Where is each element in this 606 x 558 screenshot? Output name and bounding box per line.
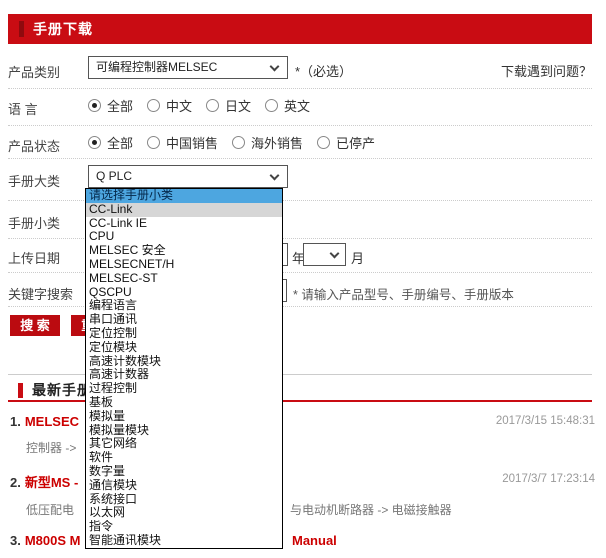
divider — [8, 88, 592, 89]
dropdown-option[interactable]: 以太网 — [86, 506, 282, 520]
dropdown-option[interactable]: QSCPU — [86, 286, 282, 300]
language-radio-group: 全部 中文 日文 英文 — [88, 96, 324, 115]
radio-label: 英文 — [284, 96, 310, 115]
manual-title-link[interactable]: M800S M — [25, 533, 81, 548]
month-suffix-label: 月 — [351, 248, 364, 267]
dropdown-option[interactable]: 请选择手册小类 — [86, 189, 282, 203]
dropdown-option[interactable]: 指令 — [86, 520, 282, 534]
radio-icon — [147, 99, 160, 112]
dropdown-option[interactable]: 系统接口 — [86, 493, 282, 507]
manual-breadcrumb-right: 与电动机断路器 -> 电磁接触器 — [290, 501, 452, 518]
language-label: 语 言 — [8, 99, 38, 118]
keyword-hint: * 请输入产品型号、手册编号、手册版本 — [293, 284, 514, 303]
manual-title-link[interactable]: MELSEC — [25, 414, 79, 429]
latest-manuals-title: 最新手册 — [32, 380, 92, 400]
radio-icon — [232, 136, 245, 149]
dropdown-option[interactable]: CPU — [86, 230, 282, 244]
radio-label: 日文 — [225, 96, 251, 115]
dropdown-option[interactable]: 高速计数器 — [86, 368, 282, 382]
dropdown-option[interactable]: 基板 — [86, 396, 282, 410]
section-accent-bar — [18, 383, 23, 398]
title-accent-bar — [19, 21, 24, 37]
dropdown-option[interactable]: 通信模块 — [86, 479, 282, 493]
product-status-radio-option[interactable]: 全部 — [88, 133, 147, 152]
divider — [8, 125, 592, 126]
product-status-radio-option[interactable]: 中国销售 — [147, 133, 232, 152]
dropdown-option[interactable]: 串口通讯 — [86, 313, 282, 327]
product-status-radio-option[interactable]: 海外销售 — [232, 133, 317, 152]
page-title-bar: 手册下载 — [8, 14, 592, 44]
manual-number: 3. — [10, 533, 21, 548]
dropdown-option[interactable]: 模拟量模块 — [86, 424, 282, 438]
manual-subcategory-label: 手册小类 — [8, 213, 60, 232]
radio-icon — [88, 99, 101, 112]
manual-category-select[interactable]: Q PLC — [88, 165, 288, 188]
manual-number: 2. — [10, 475, 21, 490]
dropdown-option[interactable]: MELSECNET/H — [86, 258, 282, 272]
dropdown-option[interactable]: 模拟量 — [86, 410, 282, 424]
dropdown-option[interactable]: CC-Link — [86, 203, 282, 217]
dropdown-option[interactable]: CC-Link IE — [86, 217, 282, 231]
radio-icon — [88, 136, 101, 149]
dropdown-option[interactable]: 过程控制 — [86, 382, 282, 396]
manual-breadcrumb-left: 控制器 -> — [26, 441, 76, 455]
radio-label: 全部 — [107, 133, 133, 152]
search-button[interactable]: 搜 索 — [10, 315, 60, 336]
chevron-down-icon — [270, 171, 280, 181]
radio-label: 全部 — [107, 96, 133, 115]
radio-label: 已停产 — [336, 133, 375, 152]
chevron-down-icon — [270, 62, 280, 72]
divider — [8, 158, 592, 159]
manual-category-label: 手册大类 — [8, 171, 60, 190]
upload-month-select[interactable] — [303, 243, 346, 266]
language-radio-option[interactable]: 全部 — [88, 96, 147, 115]
product-category-label: 产品类别 — [8, 62, 60, 81]
manual-download-page: 手册下载 产品类别 可编程控制器MELSEC *（必选） 下载遇到问题？ 语 言… — [0, 0, 606, 558]
language-radio-option[interactable]: 英文 — [265, 96, 324, 115]
manual-title-right-fragment: Manual — [292, 533, 337, 548]
radio-label: 中文 — [166, 96, 192, 115]
dropdown-option[interactable]: 定位控制 — [86, 327, 282, 341]
product-status-radio-option[interactable]: 已停产 — [317, 133, 389, 152]
dropdown-option[interactable]: 高速计数模块 — [86, 355, 282, 369]
keyword-search-label: 关键字搜索 — [8, 284, 73, 303]
page-title: 手册下载 — [33, 19, 93, 39]
language-radio-option[interactable]: 中文 — [147, 96, 206, 115]
radio-icon — [265, 99, 278, 112]
product-category-value: 可编程控制器MELSEC — [96, 60, 217, 74]
dropdown-option[interactable]: 其它网络 — [86, 437, 282, 451]
radio-icon — [206, 99, 219, 112]
manual-title-link[interactable]: 新型MS - — [25, 475, 78, 490]
dropdown-option[interactable]: MELSEC 安全 — [86, 244, 282, 258]
download-help-link[interactable]: 下载遇到问题？ — [501, 61, 592, 80]
product-status-label: 产品状态 — [8, 136, 60, 155]
dropdown-option[interactable]: 编程语言 — [86, 299, 282, 313]
manual-category-value: Q PLC — [96, 169, 132, 183]
upload-date-label: 上传日期 — [8, 248, 60, 267]
manual-timestamp: 2017/3/15 15:48:31 — [496, 415, 595, 427]
dropdown-option[interactable]: 智能通讯模块 — [86, 534, 282, 548]
product-status-radio-group: 全部 中国销售 海外销售 已停产 — [88, 133, 389, 152]
chevron-down-icon — [330, 249, 340, 259]
dropdown-option[interactable]: 数字量 — [86, 465, 282, 479]
manual-breadcrumb-left: 低压配电 — [26, 503, 74, 517]
manual-number: 1. — [10, 414, 21, 429]
radio-label: 海外销售 — [251, 133, 303, 152]
manual-subcategory-dropdown-list: 请选择手册小类CC-LinkCC-Link IECPUMELSEC 安全MELS… — [85, 188, 283, 549]
radio-label: 中国销售 — [166, 133, 218, 152]
dropdown-option[interactable]: 定位模块 — [86, 341, 282, 355]
dropdown-option[interactable]: 软件 — [86, 451, 282, 465]
dropdown-option[interactable]: MELSEC-ST — [86, 272, 282, 286]
required-note: *（必选） — [295, 61, 352, 80]
manual-timestamp: 2017/3/7 17:23:14 — [502, 473, 595, 485]
radio-icon — [147, 136, 160, 149]
product-category-select[interactable]: 可编程控制器MELSEC — [88, 56, 288, 79]
language-radio-option[interactable]: 日文 — [206, 96, 265, 115]
radio-icon — [317, 136, 330, 149]
